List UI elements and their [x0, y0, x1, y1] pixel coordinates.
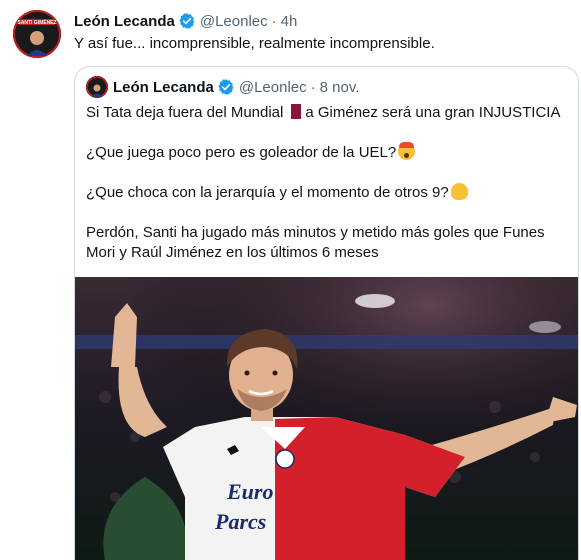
quoted-line-2: ¿Que juega poco pero es goleador de la U…	[86, 142, 570, 163]
qatar-flag-icon	[287, 104, 302, 119]
quoted-header: León Lecanda @Leonlec · 8 nov.	[113, 77, 359, 97]
separator-dot: ·	[271, 12, 277, 30]
quoted-time: 8 nov.	[319, 78, 360, 96]
author-avatar[interactable]: SANTI GIMÉNEZ	[13, 10, 61, 58]
jersey-sponsor-2: Parcs	[214, 509, 266, 534]
tweet[interactable]: SANTI GIMÉNEZ León Lecanda @Leonlec · 4h…	[0, 0, 581, 560]
avatar-label: SANTI GIMÉNEZ	[17, 18, 56, 26]
author-name[interactable]: León Lecanda	[74, 13, 175, 30]
tweet-header: León Lecanda @Leonlec · 4h	[74, 11, 297, 31]
exploding-head-emoji-icon	[398, 142, 416, 160]
quoted-author-name: León Lecanda	[113, 78, 214, 96]
jersey-sponsor-1: Euro	[226, 479, 273, 504]
quoted-line-1: Si Tata deja fuera del Mundial a Giménez …	[86, 104, 561, 121]
quoted-tweet[interactable]: León Lecanda @Leonlec · 8 nov. Si Tata d…	[74, 66, 579, 560]
melting-face-emoji-icon	[450, 183, 468, 200]
quoted-author-avatar	[86, 76, 108, 98]
quoted-author-handle: @Leonlec	[238, 78, 307, 96]
quoted-line-4: Perdón, Santi ha jugado más minutos y me…	[86, 224, 545, 261]
quoted-text: Si Tata deja fuera del Mundial a Giménez …	[86, 103, 570, 283]
author-handle[interactable]: @Leonlec	[200, 13, 268, 30]
tweet-text: Y así fue... incomprensible, realmente i…	[74, 35, 435, 52]
separator-dot: ·	[310, 78, 316, 96]
quoted-line-3: ¿Que choca con la jerarquía y el momento…	[86, 183, 570, 203]
tweet-time[interactable]: 4h	[281, 13, 298, 30]
verified-badge-icon	[179, 13, 195, 29]
verified-badge-icon	[218, 79, 234, 95]
quoted-photo[interactable]: Euro Parcs	[75, 277, 578, 560]
